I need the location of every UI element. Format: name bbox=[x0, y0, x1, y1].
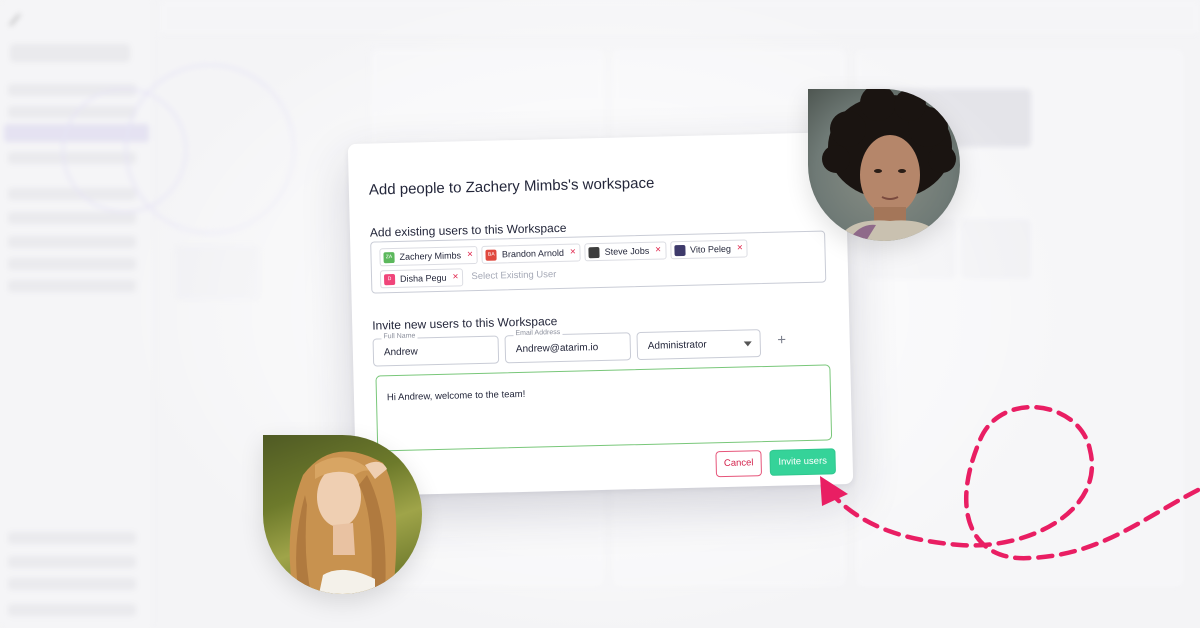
avatar bbox=[673, 244, 686, 256]
add-user-row-button[interactable]: + bbox=[773, 331, 789, 349]
dialog-title: Add people to Zachery Mimbs's workspace bbox=[368, 174, 655, 199]
user-tag: ZA Zachery Mimbs × bbox=[379, 245, 479, 267]
portrait-woman-image bbox=[263, 435, 422, 594]
full-name-label: Full Name bbox=[381, 332, 418, 341]
user-tag: Vito Peleg × bbox=[669, 239, 749, 260]
user-tag: BA Brandon Arnold × bbox=[481, 243, 581, 264]
email-field[interactable]: Email Address Andrew@atarim.io bbox=[504, 328, 632, 364]
role-select[interactable]: Administrator bbox=[636, 329, 762, 361]
avatar: ZA bbox=[383, 251, 395, 263]
close-icon[interactable]: × bbox=[655, 245, 661, 256]
close-icon[interactable]: × bbox=[737, 243, 743, 254]
role-value: Administrator bbox=[647, 339, 707, 352]
email-value: Andrew@atarim.io bbox=[515, 342, 599, 356]
chevron-down-icon bbox=[743, 341, 752, 347]
cancel-button[interactable]: Cancel bbox=[715, 450, 763, 478]
avatar: BA bbox=[485, 249, 498, 261]
existing-users-select[interactable]: ZA Zachery Mimbs × BA Brandon Arnold × S… bbox=[370, 230, 827, 294]
decorative-pink-arrow bbox=[820, 404, 1200, 561]
portrait-man-image bbox=[808, 89, 960, 241]
user-tag-label: Zachery Mimbs bbox=[399, 250, 462, 262]
close-icon[interactable]: × bbox=[452, 271, 458, 282]
portrait-man-illustration bbox=[822, 89, 956, 241]
user-tag-label: Vito Peleg bbox=[689, 243, 732, 255]
portrait-woman-illustration bbox=[289, 451, 397, 594]
user-tag: D Disha Pegu × bbox=[379, 268, 464, 289]
user-tag-label: Brandon Arnold bbox=[501, 247, 565, 260]
add-people-dialog: Add people to Zachery Mimbs's workspace … bbox=[347, 131, 854, 497]
user-tag: Steve Jobs × bbox=[584, 241, 667, 262]
user-tag-label: Steve Jobs bbox=[604, 245, 650, 257]
user-tag-label: Disha Pegu bbox=[399, 272, 447, 284]
close-icon[interactable]: × bbox=[467, 249, 473, 260]
full-name-value: Andrew bbox=[383, 346, 418, 359]
avatar bbox=[588, 246, 600, 258]
existing-users-placeholder[interactable]: Select Existing User bbox=[471, 266, 556, 286]
invite-message-input[interactable]: Hi Andrew, welcome to the team! bbox=[375, 364, 833, 452]
close-icon[interactable]: × bbox=[570, 247, 576, 258]
full-name-field[interactable]: Full Name Andrew bbox=[372, 332, 500, 367]
email-label: Email Address bbox=[513, 328, 563, 338]
avatar: D bbox=[383, 273, 396, 285]
